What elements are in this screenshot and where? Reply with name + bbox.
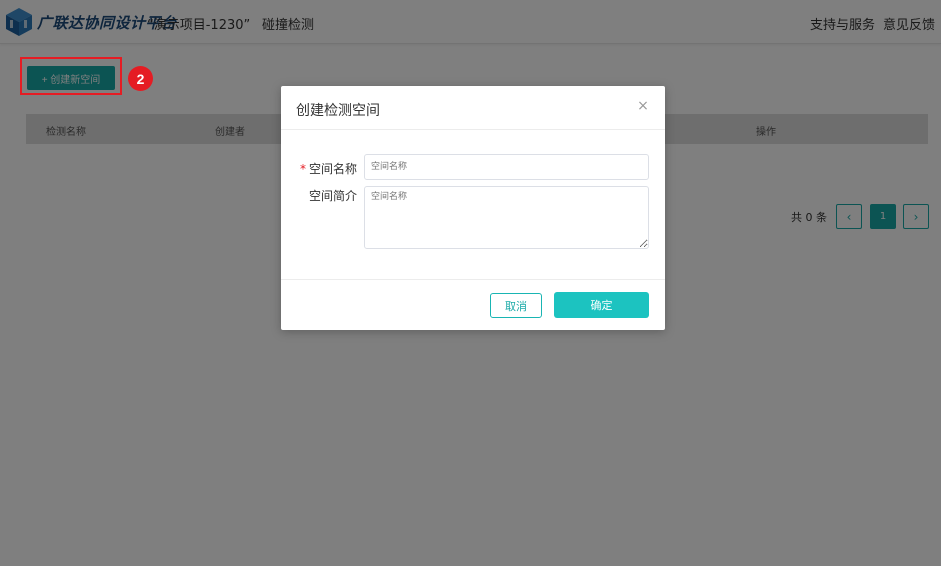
create-space-dialog: 创建检测空间 × *空间名称 空间简介 取消 确定 <box>281 86 665 330</box>
confirm-button[interactable]: 确定 <box>554 292 649 318</box>
dialog-footer-divider <box>281 279 665 280</box>
space-intro-textarea[interactable] <box>364 186 649 249</box>
dialog-title: 创建检测空间 <box>296 103 380 119</box>
space-name-label: * 空间名称 <box>287 160 357 177</box>
space-name-input[interactable] <box>364 154 649 180</box>
space-name-label-text: 空间名称 <box>308 162 357 176</box>
step-badge: 2 <box>128 66 153 91</box>
required-mark: * <box>299 162 306 176</box>
close-icon[interactable]: × <box>636 99 650 113</box>
dialog-header: 创建检测空间 × <box>281 86 665 130</box>
cancel-button[interactable]: 取消 <box>490 293 542 318</box>
space-intro-label: 空间简介 <box>308 189 357 203</box>
highlight-box <box>20 57 122 95</box>
